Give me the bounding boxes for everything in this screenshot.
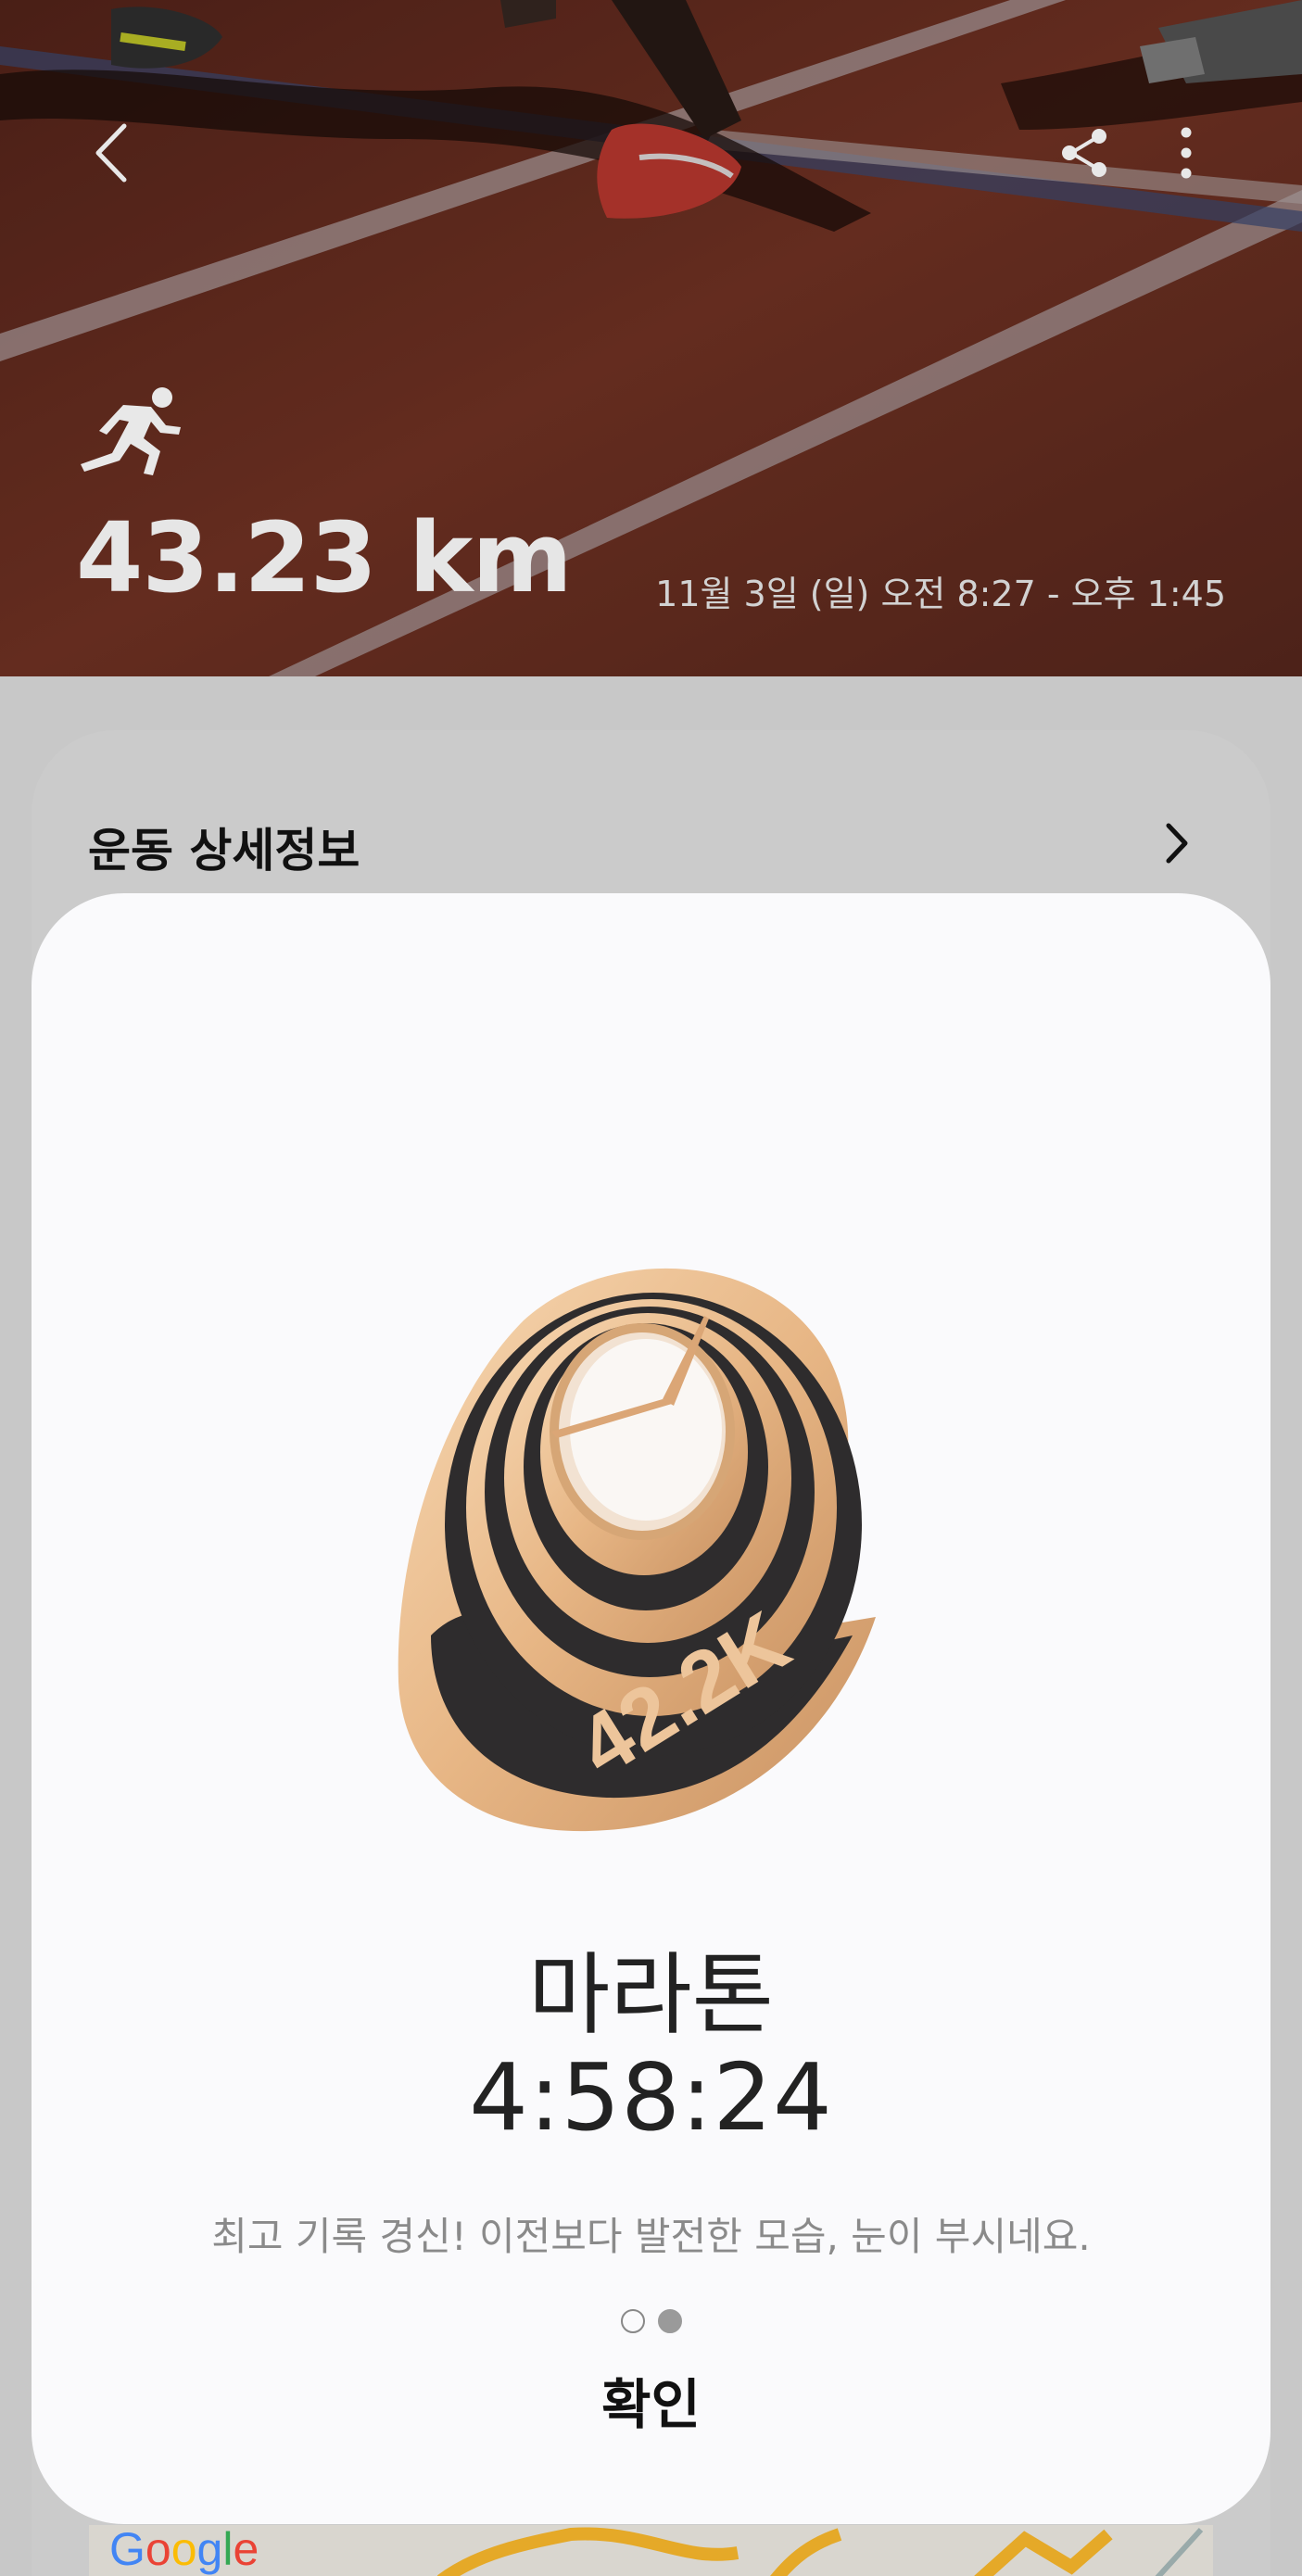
page-dot[interactable] bbox=[620, 2309, 645, 2333]
marathon-badge-icon: 42.2K bbox=[398, 1268, 876, 1832]
confirm-button[interactable]: 확인 bbox=[463, 2363, 839, 2446]
workout-time-range: 11월 3일 (일) 오전 8:27 - 오후 1:45 bbox=[655, 574, 1226, 614]
achievement-time: 4:58:24 bbox=[469, 2043, 833, 2152]
chevron-left-icon bbox=[95, 123, 127, 183]
workout-details-button[interactable] bbox=[1154, 815, 1200, 871]
back-button[interactable] bbox=[74, 111, 148, 195]
chevron-right-icon bbox=[1166, 823, 1188, 864]
achievement-message: 최고 기록 경신! 이전보다 발전한 모습, 눈이 부시네요. bbox=[211, 2214, 1091, 2259]
running-icon bbox=[81, 387, 181, 475]
share-button[interactable] bbox=[1047, 116, 1121, 190]
page-indicator bbox=[0, 2309, 1302, 2333]
share-icon bbox=[1062, 129, 1106, 177]
hero-banner: 43.23 km 11월 3일 (일) 오전 8:27 - 오후 1:45 bbox=[0, 0, 1302, 676]
google-logo: Google bbox=[109, 2523, 259, 2575]
workout-details-title[interactable]: 운동 상세정보 bbox=[88, 814, 360, 880]
page-dot-active[interactable] bbox=[657, 2309, 682, 2333]
more-vertical-icon bbox=[1181, 127, 1192, 179]
more-options-button[interactable] bbox=[1149, 116, 1223, 190]
distance-value: 43.23 km bbox=[76, 501, 573, 614]
achievement-title: 마라톤 bbox=[528, 1943, 774, 2047]
